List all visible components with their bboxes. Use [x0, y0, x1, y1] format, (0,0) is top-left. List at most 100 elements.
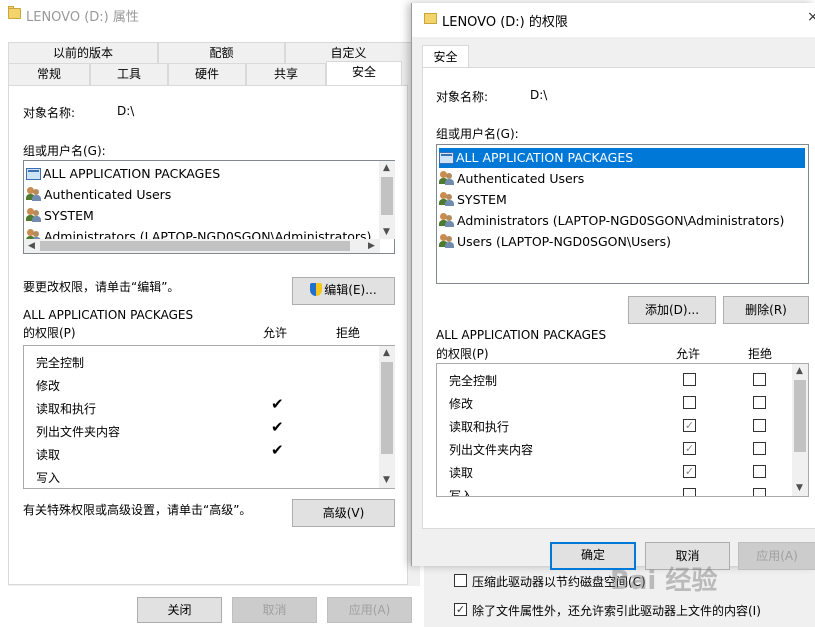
allow-checkbox[interactable]: [683, 396, 696, 409]
allow-checkbox[interactable]: ✓: [683, 465, 696, 478]
scroll-thumb[interactable]: [794, 380, 806, 452]
security-panel: 对象名称: D:\ 组或用户名(G): ALL APPLICATION PACK…: [8, 85, 408, 585]
permission-row: 读取和执行: [449, 420, 510, 434]
watermark: Bai 经验: [610, 566, 718, 596]
permissions-window: LENOVO (D:) 的权限 × 安全 对象名称: D:\ 组或用户名(G):…: [411, 3, 815, 570]
scroll-right-icon[interactable]: ▶: [364, 239, 379, 253]
users-icon: [439, 234, 455, 248]
window-title: LENOVO (D:) 的权限: [442, 15, 568, 30]
object-name-value: D:\: [530, 88, 548, 102]
permission-row: 修改: [449, 397, 474, 411]
index-checkbox[interactable]: ✓: [454, 603, 467, 616]
scroll-down-icon[interactable]: ▼: [792, 481, 807, 495]
security-panel: 对象名称: D:\ 组或用户名(G): ALL APPLICATION PACK…: [422, 67, 815, 529]
deny-checkbox[interactable]: [753, 396, 766, 409]
remove-button[interactable]: 删除(R): [723, 296, 809, 324]
users-icon: [26, 208, 42, 222]
allow-checkbox[interactable]: [683, 373, 696, 386]
list-item[interactable]: Authenticated Users: [439, 169, 584, 189]
folder-icon: [8, 8, 21, 19]
user-list[interactable]: ALL APPLICATION PACKAGES Authenticated U…: [436, 144, 809, 284]
list-item[interactable]: Authenticated Users: [26, 185, 171, 205]
allow-checkbox[interactable]: ✓: [683, 419, 696, 432]
list-item[interactable]: SYSTEM: [26, 206, 94, 226]
edit-button[interactable]: 编辑(E)...: [292, 277, 395, 305]
advanced-button[interactable]: 高级(V): [292, 499, 395, 527]
object-name-label: 对象名称:: [436, 90, 489, 104]
folder-icon: [424, 13, 437, 24]
list-item[interactable]: SYSTEM: [439, 190, 507, 210]
allow-header: 允许: [676, 347, 701, 361]
allow-checkbox[interactable]: ✓: [683, 442, 696, 455]
checkmark-icon: ✔: [271, 418, 284, 436]
permission-scrollbar[interactable]: ▲ ▼: [792, 364, 808, 496]
allow-checkbox[interactable]: [683, 488, 696, 496]
window-title: LENOVO (D:) 属性: [26, 10, 139, 25]
user-list-scrollbar[interactable]: ▲ ▼: [379, 161, 395, 239]
tab-hardware[interactable]: 硬件: [168, 63, 246, 85]
permission-target: ALL APPLICATION PACKAGES: [436, 328, 607, 342]
scroll-up-icon[interactable]: ▲: [379, 346, 394, 360]
tab-previous-versions[interactable]: 以前的版本: [8, 42, 158, 64]
apply-button[interactable]: 应用(A): [738, 542, 815, 570]
apply-button[interactable]: 应用(A): [327, 597, 412, 623]
checkmark-icon: ✔: [271, 441, 284, 459]
users-icon: [26, 187, 42, 201]
permission-row: 完全控制: [36, 356, 85, 370]
tab-security[interactable]: 安全: [326, 61, 402, 87]
user-list-hscrollbar[interactable]: ◀ ▶: [24, 239, 380, 253]
scroll-thumb[interactable]: [381, 362, 393, 454]
deny-checkbox[interactable]: [753, 419, 766, 432]
scroll-thumb[interactable]: [381, 177, 393, 215]
permissions-body: 安全 对象名称: D:\ 组或用户名(G): ALL APPLICATION P…: [412, 37, 815, 570]
permission-row: 列出文件夹内容: [449, 443, 534, 457]
app-packages-icon: [26, 168, 41, 180]
scroll-down-icon[interactable]: ▼: [379, 225, 394, 239]
deny-header: 拒绝: [336, 326, 361, 340]
tab-tools[interactable]: 工具: [90, 63, 168, 85]
list-item[interactable]: Administrators (LAPTOP-NGD0SGON\Administ…: [439, 211, 784, 231]
users-icon: [439, 171, 455, 185]
tab-quota[interactable]: 配额: [158, 42, 285, 64]
checkmark-icon: ✔: [271, 395, 284, 413]
hscroll-thumb[interactable]: [40, 241, 350, 251]
scroll-down-icon[interactable]: ▼: [379, 473, 394, 487]
tab-sharing[interactable]: 共享: [246, 63, 326, 85]
properties-window: LENOVO (D:) 属性 以前的版本 配额 自定义 常规 工具 硬件 共享 …: [0, 0, 424, 627]
deny-checkbox[interactable]: [753, 488, 766, 496]
cancel-button[interactable]: 取消: [232, 597, 317, 623]
permission-row: 完全控制: [449, 374, 498, 388]
list-item[interactable]: ALL APPLICATION PACKAGES: [439, 148, 805, 168]
permission-row: 读取: [36, 448, 61, 462]
close-icon[interactable]: ×: [807, 9, 815, 25]
deny-checkbox[interactable]: [753, 442, 766, 455]
compress-checkbox[interactable]: [454, 574, 467, 587]
permission-label: 的权限(P): [23, 326, 76, 340]
scroll-up-icon[interactable]: ▲: [379, 161, 394, 175]
advanced-hint: 有关特殊权限或高级设置，请单击“高级”。: [23, 503, 252, 517]
shield-icon: [310, 283, 323, 296]
list-item[interactable]: Users (LAPTOP-NGD0SGON\Users): [439, 232, 671, 252]
allow-header: 允许: [263, 326, 288, 340]
tab-general[interactable]: 常规: [8, 63, 90, 85]
add-button[interactable]: 添加(D)...: [628, 296, 716, 324]
change-hint: 要更改权限，请单击“编辑”。: [23, 280, 180, 294]
scroll-up-icon[interactable]: ▲: [792, 364, 807, 378]
group-label: 组或用户名(G):: [23, 144, 106, 158]
group-label: 组或用户名(G):: [436, 127, 519, 141]
scroll-left-icon[interactable]: ◀: [24, 239, 39, 253]
user-list[interactable]: ALL APPLICATION PACKAGES Authenticated U…: [23, 160, 395, 254]
app-packages-icon: [439, 152, 454, 164]
permission-list: 完全控制 修改 读取和执行 列出文件夹内容 读取 写入 ✔ ✔ ✔ ▲ ▼: [23, 345, 395, 489]
object-name-label: 对象名称:: [23, 106, 76, 120]
deny-checkbox[interactable]: [753, 373, 766, 386]
permission-label: 的权限(P): [436, 347, 489, 361]
list-item[interactable]: ALL APPLICATION PACKAGES: [26, 164, 220, 184]
permission-scrollbar[interactable]: ▲ ▼: [379, 346, 395, 488]
permission-row: 写入: [36, 471, 61, 485]
permission-row: 读取和执行: [36, 402, 97, 416]
close-button[interactable]: 关闭: [137, 597, 222, 623]
permission-list: 完全控制 修改 读取和执行 列出文件夹内容 读取 写入 ✓ ✓ ✓ ▲ ▼: [436, 363, 809, 497]
tab-security[interactable]: 安全: [422, 45, 469, 69]
deny-checkbox[interactable]: [753, 465, 766, 478]
